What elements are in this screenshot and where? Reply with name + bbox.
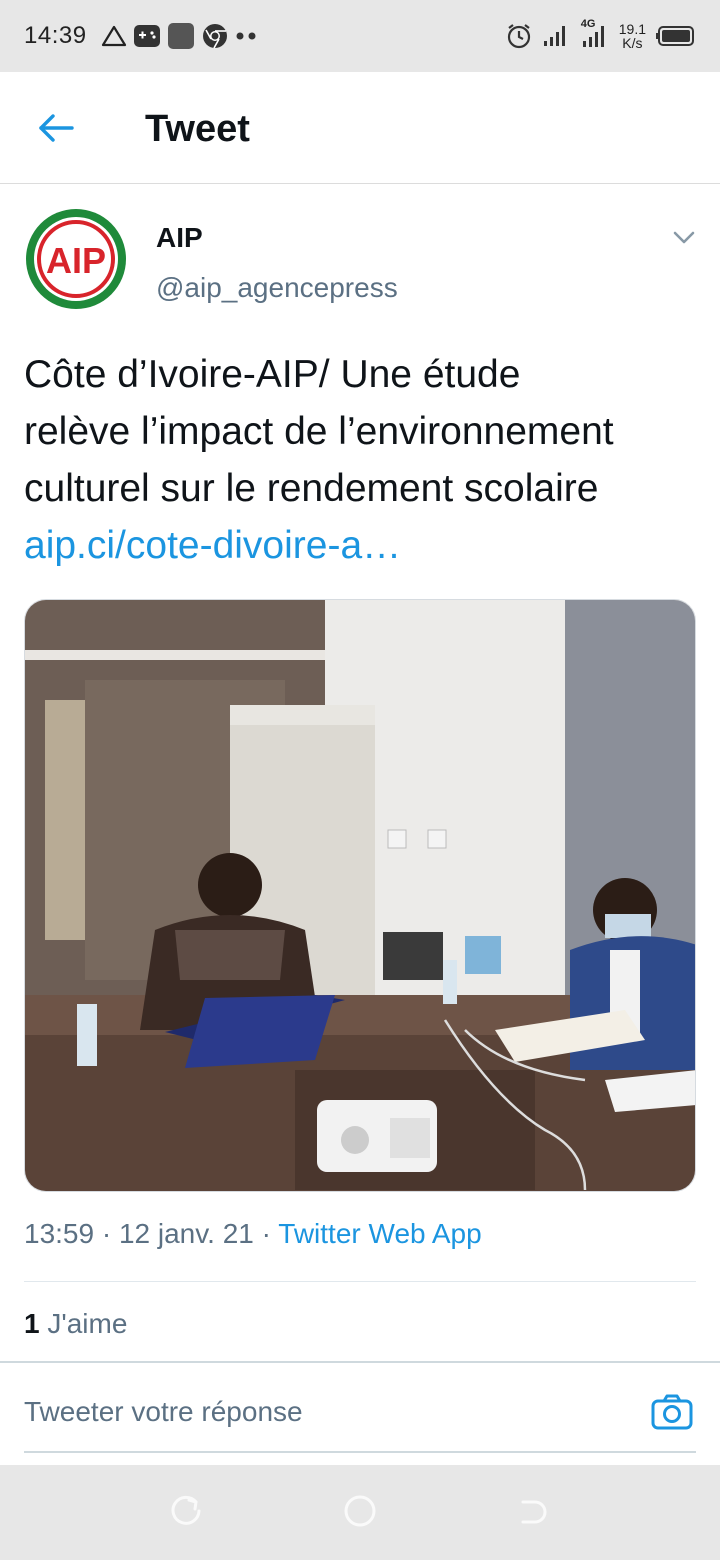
more-dots-icon [235, 31, 259, 41]
tweet-text-line: culturel sur le rendement scolaire [24, 467, 599, 510]
gamepad-icon [133, 23, 161, 49]
speed-unit: K/s [622, 35, 643, 51]
chrome-icon [201, 22, 229, 50]
signal-4g-icon: 4G [579, 18, 609, 50]
alarm-icon [505, 22, 533, 50]
arrow-left-icon [38, 113, 74, 148]
tweet-link[interactable]: aip.ci/cote-divoire-a… [24, 517, 704, 574]
aip-logo: AIP [26, 209, 126, 309]
author-name[interactable]: AIP [156, 222, 203, 254]
likes-count-link[interactable]: 1 J'aime [24, 1308, 127, 1340]
tweet-text: Côte d’Ivoire-AIP/ Une étude relève l’im… [24, 346, 704, 574]
tweet-photo[interactable] [24, 599, 696, 1192]
svg-text:AIP: AIP [46, 240, 106, 281]
status-left-icons [101, 22, 259, 50]
more-options-button[interactable] [666, 222, 702, 258]
divider [0, 1361, 720, 1363]
warning-icon [101, 24, 127, 48]
author-handle[interactable]: @aip_agencepress [156, 272, 398, 304]
divider [24, 1281, 696, 1282]
tweet-text-line: relève l’impact de l’environnement [24, 410, 614, 453]
app-header: Tweet [0, 72, 720, 184]
speed-value: 19.1 [618, 21, 646, 37]
status-bar: 14:39 4G 19.1 K/s [0, 0, 720, 72]
camera-button[interactable] [648, 1390, 696, 1438]
recents-button[interactable] [166, 1493, 206, 1533]
tweet-text-line: Côte d’Ivoire-AIP/ Une étude [24, 353, 521, 396]
home-button[interactable] [340, 1493, 380, 1533]
network-speed: 19.1 K/s [619, 22, 646, 50]
back-button[interactable] [30, 108, 82, 152]
avatar[interactable]: AIP [24, 207, 128, 311]
chevron-down-icon [673, 231, 695, 250]
tweet-source-link[interactable]: Twitter Web App [278, 1218, 481, 1249]
status-time: 14:39 [24, 22, 87, 49]
signal-icon [543, 24, 569, 48]
recents-icon [169, 1494, 203, 1533]
camera-icon [651, 1394, 693, 1435]
back-nav-icon [517, 1494, 551, 1533]
reply-input[interactable]: Tweeter votre réponse [24, 1396, 303, 1428]
app-square-icon [167, 22, 195, 50]
page-title: Tweet [145, 108, 250, 150]
tweet-meta: 13:59 · 12 janv. 21 · Twitter Web App [24, 1218, 482, 1250]
back-nav-button[interactable] [514, 1493, 554, 1533]
network-type-label: 4G [580, 18, 596, 30]
status-right: 4G 19.1 K/s [505, 18, 696, 50]
meta-separator: · [94, 1218, 119, 1249]
system-nav-bar [0, 1465, 720, 1560]
battery-icon [656, 25, 696, 47]
home-icon [342, 1493, 378, 1534]
tweet-time: 13:59 [24, 1218, 95, 1249]
meta-separator: · [253, 1218, 279, 1249]
likes-count: 1 [24, 1308, 40, 1339]
office-scene-image [25, 600, 695, 1191]
divider [24, 1451, 696, 1453]
tweet-date: 12 janv. 21 [118, 1218, 254, 1249]
likes-label: J'aime [47, 1308, 128, 1339]
